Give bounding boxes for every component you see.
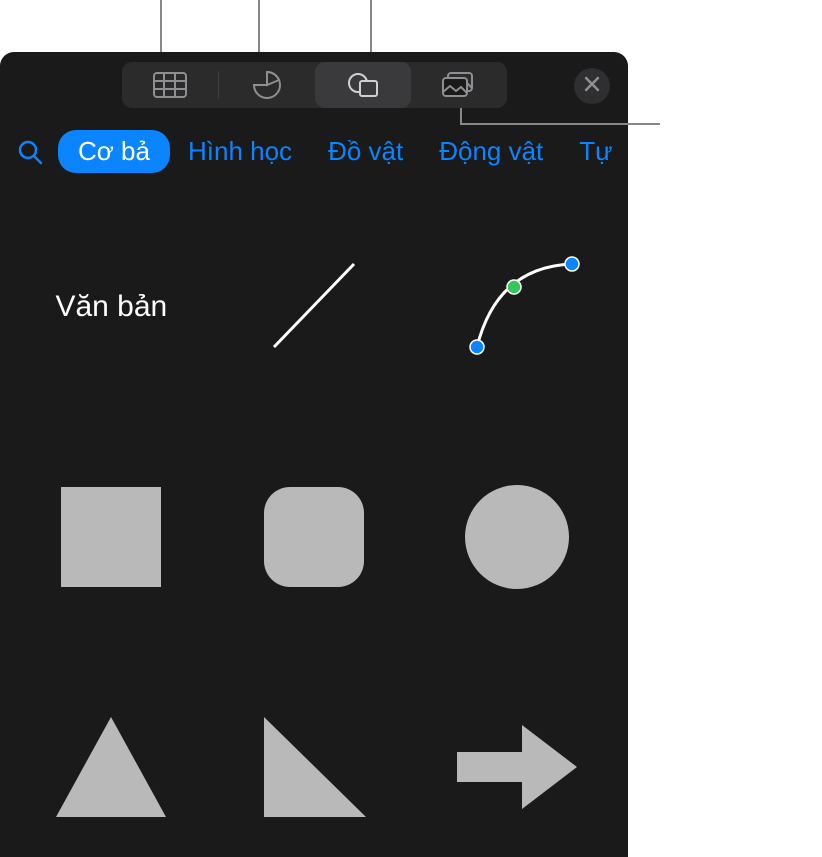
toolbar-image-button[interactable] bbox=[411, 62, 507, 108]
tab-geometry[interactable]: Hình học bbox=[170, 130, 310, 173]
close-button[interactable] bbox=[574, 68, 610, 104]
callout-line bbox=[460, 123, 660, 125]
shape-square[interactable] bbox=[41, 477, 181, 597]
rounded-square-icon bbox=[259, 482, 369, 592]
table-icon bbox=[153, 72, 187, 98]
chart-icon bbox=[252, 70, 282, 100]
close-icon bbox=[584, 76, 600, 97]
shape-text[interactable]: Văn bản bbox=[41, 247, 181, 367]
shapes-icon bbox=[346, 71, 380, 99]
tab-objects[interactable]: Đồ vật bbox=[310, 130, 421, 173]
toolbar-table-button[interactable] bbox=[122, 62, 218, 108]
shape-arrow[interactable] bbox=[447, 707, 587, 827]
search-icon[interactable] bbox=[16, 138, 44, 166]
curve-icon bbox=[452, 252, 582, 362]
arrow-icon bbox=[452, 717, 582, 817]
toolbar-shapes-button[interactable] bbox=[315, 62, 411, 108]
toolbar-chart-button[interactable] bbox=[219, 62, 315, 108]
tab-animals[interactable]: Động vật bbox=[421, 130, 561, 173]
shapes-grid: Văn bản bbox=[0, 187, 628, 827]
toolbar bbox=[0, 52, 628, 112]
right-triangle-icon bbox=[256, 712, 371, 822]
text-shape-label: Văn bản bbox=[55, 290, 167, 324]
square-icon bbox=[56, 482, 166, 592]
shape-line[interactable] bbox=[244, 247, 384, 367]
callout-line bbox=[460, 108, 462, 124]
shape-right-triangle[interactable] bbox=[244, 707, 384, 827]
callout-line bbox=[370, 0, 372, 52]
tab-nature[interactable]: Tự bbox=[561, 130, 628, 173]
shape-rounded-square[interactable] bbox=[244, 477, 384, 597]
tab-basic[interactable]: Cơ bả bbox=[58, 130, 170, 173]
shape-curve[interactable] bbox=[447, 247, 587, 367]
shape-triangle[interactable] bbox=[41, 707, 181, 827]
triangle-icon bbox=[51, 712, 171, 822]
insert-panel: Cơ bả Hình học Đồ vật Động vật Tự Văn bả… bbox=[0, 52, 628, 857]
shape-circle[interactable] bbox=[447, 477, 587, 597]
image-icon bbox=[441, 72, 477, 98]
callout-line bbox=[160, 0, 162, 52]
segmented-control bbox=[122, 62, 507, 108]
line-icon bbox=[254, 252, 374, 362]
callout-line bbox=[258, 0, 260, 52]
circle-icon bbox=[462, 482, 572, 592]
